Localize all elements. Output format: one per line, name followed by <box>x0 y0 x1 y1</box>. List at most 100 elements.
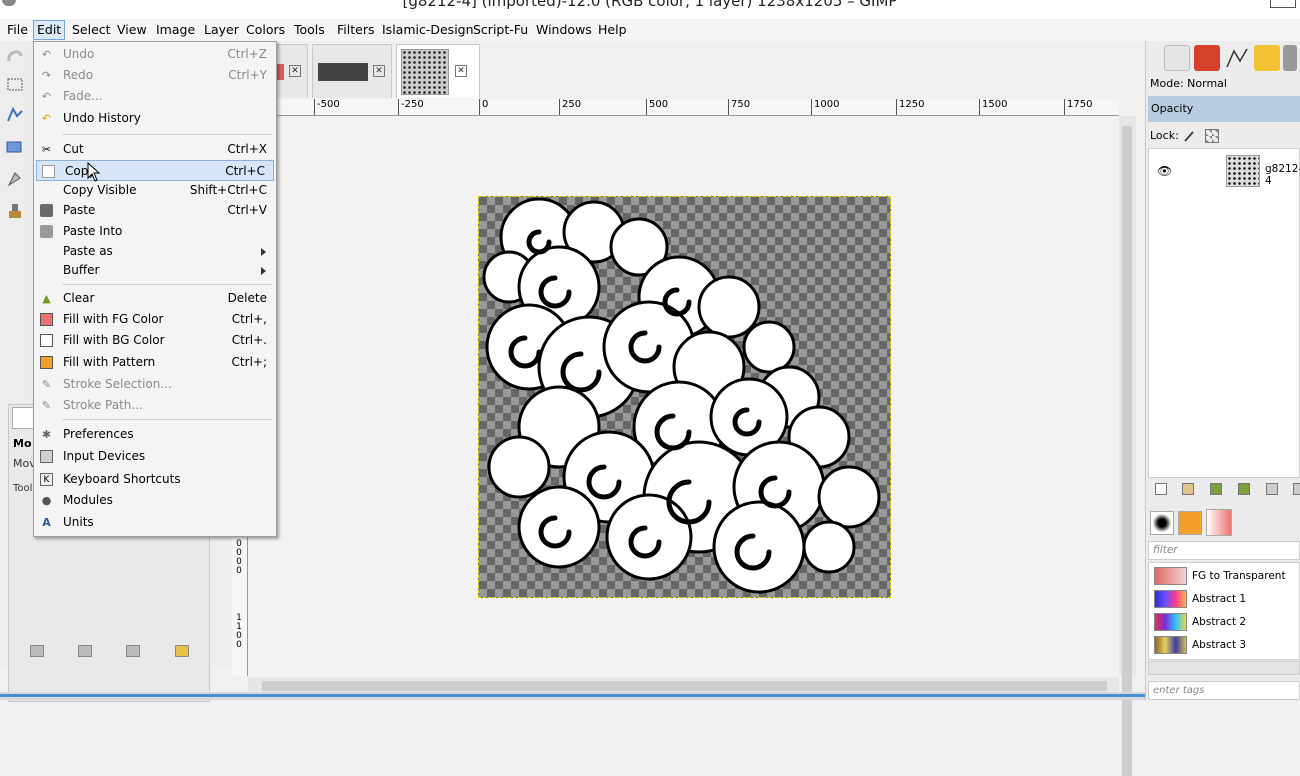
new-layer-icon[interactable] <box>1155 483 1167 495</box>
menu-item-shortcut: Ctrl+X <box>227 142 267 156</box>
new-layer-group-icon[interactable] <box>1182 483 1194 495</box>
tool-options-title: Mo <box>13 437 32 450</box>
layer-name: g8212-4 <box>1265 163 1300 187</box>
gradient-item[interactable]: FG to Transparent <box>1149 565 1299 587</box>
menu-item-shortcut: Ctrl+; <box>231 355 267 369</box>
gradient-swatch <box>1154 590 1187 608</box>
visibility-eye-icon[interactable]: 👁 <box>1157 164 1172 178</box>
lasso-tool-icon[interactable] <box>5 47 25 65</box>
menu-help[interactable]: Help <box>595 22 630 39</box>
menu-select[interactable]: Select <box>69 22 114 39</box>
lock-alpha-icon[interactable] <box>1205 129 1219 143</box>
gradient-filter-input[interactable]: filter <box>1148 541 1300 560</box>
menu-item-undo[interactable]: ↶ Undo Ctrl+Z <box>35 44 275 65</box>
menu-item-paste-as[interactable]: Paste as <box>35 241 275 262</box>
menu-tools[interactable]: Tools <box>291 22 328 39</box>
smudge-tool-icon[interactable] <box>5 169 25 187</box>
tags-input[interactable]: enter tags <box>1148 681 1300 700</box>
menu-image[interactable]: Image <box>153 22 198 39</box>
menu-item-input-devices[interactable]: Input Devices <box>35 446 275 467</box>
clone-tool-icon[interactable] <box>5 202 25 220</box>
brushes-tab-icon[interactable] <box>1150 511 1174 535</box>
layer-buttons <box>1148 480 1300 500</box>
menu-script-fu[interactable]: Script-Fu <box>470 22 531 39</box>
menu-item-label: Paste as <box>63 244 113 258</box>
layer-row[interactable]: 👁 g8212-4 <box>1149 152 1300 190</box>
gradient-item[interactable]: Abstract 1 <box>1149 588 1299 610</box>
patterns-tab-icon[interactable] <box>1178 511 1202 535</box>
menu-item-modules[interactable]: ● Modules <box>35 490 275 511</box>
menu-item-clear[interactable]: ▲ Clear Delete <box>35 288 275 309</box>
menu-item-preferences[interactable]: ✱ Preferences <box>35 424 275 445</box>
paths-tool-icon[interactable] <box>5 106 25 124</box>
scrollbar-thumb[interactable] <box>262 681 1107 691</box>
gradients-horizontal-scrollbar[interactable] <box>1148 661 1300 675</box>
menu-item-shortcut: Ctrl+C <box>225 164 265 178</box>
rect-select-tool-icon[interactable] <box>5 76 25 94</box>
menu-item-fade[interactable]: ↶ Fade... <box>35 86 275 107</box>
menu-file[interactable]: File <box>4 22 31 39</box>
menu-item-shortcut: Ctrl+, <box>231 312 267 326</box>
undo-history-tab-icon[interactable] <box>1254 45 1280 71</box>
menu-item-fill-bg[interactable]: Fill with BG Color Ctrl+. <box>35 330 275 351</box>
lock-label: Lock: <box>1150 129 1179 142</box>
image-canvas[interactable] <box>478 196 891 598</box>
scrollbar-thumb[interactable] <box>1122 126 1132 776</box>
horizontal-ruler[interactable]: -500 -250 0 250 500 750 1000 1250 1500 1… <box>276 99 1119 116</box>
lower-layer-icon[interactable] <box>1238 483 1250 495</box>
lock-pixels-icon[interactable] <box>1183 129 1197 143</box>
close-icon[interactable]: ✕ <box>455 65 467 77</box>
menu-item-fill-pattern[interactable]: Fill with Pattern Ctrl+; <box>35 352 275 373</box>
menu-islamic-design[interactable]: Islamic-Design <box>379 22 477 39</box>
menu-item-buffer[interactable]: Buffer <box>35 260 275 281</box>
menu-filters[interactable]: Filters <box>334 22 377 39</box>
ruler-label: 750 <box>728 99 750 115</box>
menu-item-stroke-selection[interactable]: ✎ Stroke Selection... <box>35 374 275 395</box>
menu-item-copy-visible[interactable]: Copy Visible Shift+Ctrl+C <box>35 180 275 201</box>
delete-tool-options-icon[interactable] <box>126 645 140 657</box>
menu-item-paste-into[interactable]: Paste Into <box>35 221 275 242</box>
transform-tool-icon[interactable] <box>5 138 25 156</box>
image-tab-3-active[interactable]: ✕ <box>396 44 480 98</box>
maximize-button[interactable] <box>1270 0 1296 8</box>
opacity-slider[interactable]: Opacity <box>1148 96 1300 122</box>
paths-tab-icon[interactable] <box>1224 45 1250 71</box>
menu-edit[interactable]: Edit <box>33 20 66 40</box>
menu-item-label: Fade... <box>63 89 103 103</box>
layer-mode-select[interactable]: Mode: Normal <box>1148 74 1300 94</box>
raise-layer-icon[interactable] <box>1210 483 1222 495</box>
restore-tool-options-icon[interactable] <box>78 645 92 657</box>
menu-item-keyboard-shortcuts[interactable]: K Keyboard Shortcuts <box>35 469 275 490</box>
menu-item-stroke-path[interactable]: ✎ Stroke Path... <box>35 395 275 416</box>
gradient-item[interactable]: Abstract 3 <box>1149 634 1299 656</box>
gradients-tab-icon[interactable] <box>1206 509 1232 536</box>
duplicate-layer-icon[interactable] <box>1266 483 1278 495</box>
menu-item-undo-history[interactable]: ↶ Undo History <box>35 108 275 129</box>
anchor-layer-icon[interactable] <box>1293 483 1300 495</box>
menu-item-units[interactable]: A Units <box>35 512 275 533</box>
reset-tool-options-icon[interactable] <box>175 645 189 657</box>
menu-view[interactable]: View <box>114 22 150 39</box>
gradient-name: Abstract 2 <box>1192 616 1247 628</box>
layers-tab-icon[interactable] <box>1164 45 1190 71</box>
image-tab-2[interactable]: ✕ <box>312 44 392 98</box>
vertical-scrollbar[interactable] <box>1119 116 1136 776</box>
menu-item-fill-fg[interactable]: Fill with FG Color Ctrl+, <box>35 309 275 330</box>
close-icon[interactable]: ✕ <box>373 65 385 77</box>
image-tab-2-thumbnail <box>318 63 368 81</box>
more-tabs-icon[interactable] <box>1283 45 1297 71</box>
image-tab-1[interactable]: ✕ <box>274 44 308 98</box>
menu-item-cut[interactable]: ✂ Cut Ctrl+X <box>35 139 275 160</box>
menu-colors[interactable]: Colors <box>243 22 288 39</box>
channels-tab-icon[interactable] <box>1194 45 1220 71</box>
move-tool-icon[interactable] <box>12 407 34 429</box>
close-icon[interactable]: ✕ <box>289 65 301 77</box>
save-tool-options-icon[interactable] <box>30 645 44 657</box>
menu-item-copy[interactable]: Copy Ctrl+C <box>36 160 274 181</box>
gradient-item[interactable]: Abstract 2 <box>1149 611 1299 633</box>
menu-item-paste[interactable]: Paste Ctrl+V <box>35 200 275 221</box>
menu-windows[interactable]: Windows <box>533 22 595 39</box>
menu-layer[interactable]: Layer <box>201 22 242 39</box>
layers-list: 👁 g8212-4 <box>1148 148 1300 478</box>
menu-item-redo[interactable]: ↷ Redo Ctrl+Y <box>35 65 275 86</box>
